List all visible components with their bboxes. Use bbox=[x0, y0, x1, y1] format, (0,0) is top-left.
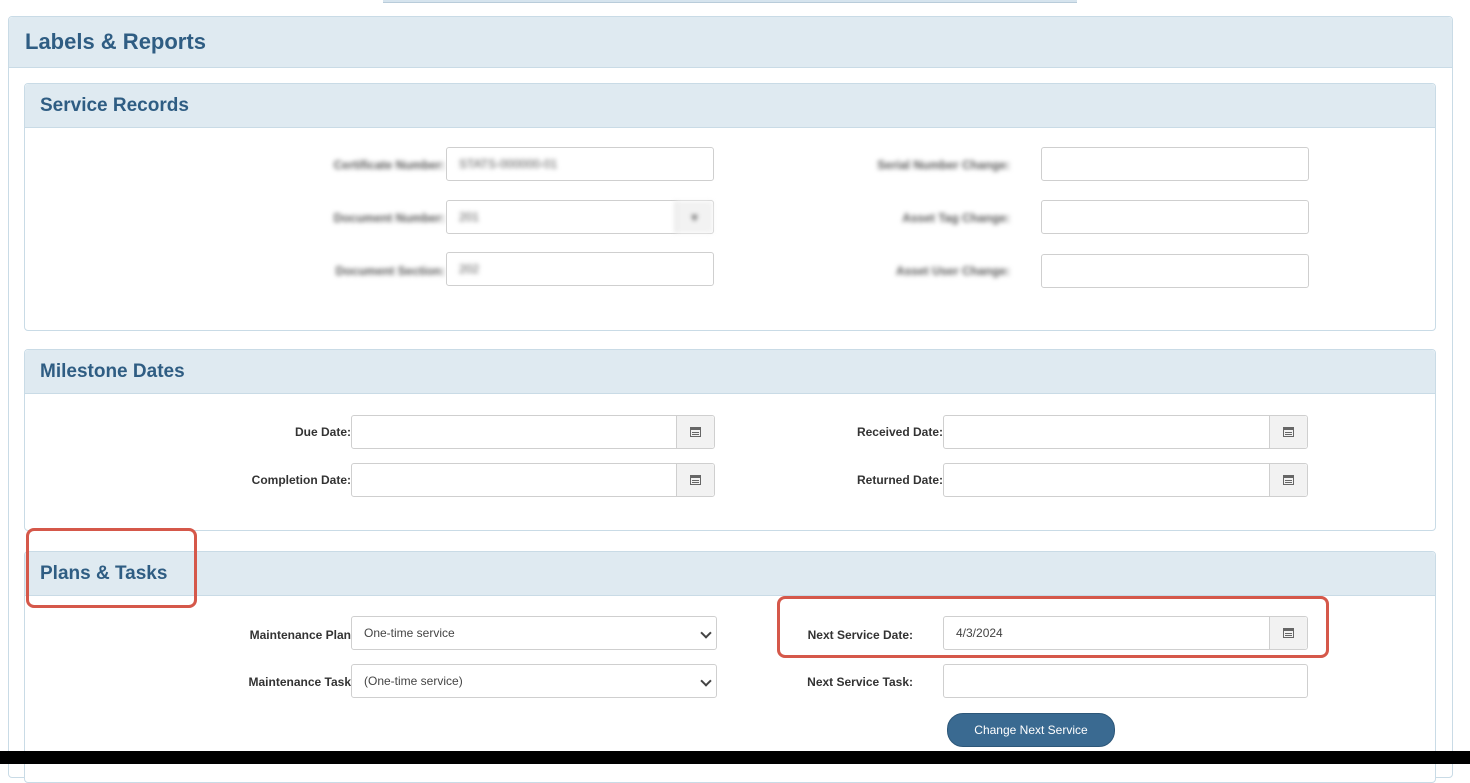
dropdown-toggle[interactable]: ▾ bbox=[675, 201, 713, 233]
returned-date-label: Returned Date: bbox=[856, 473, 943, 487]
due-date-calendar-button[interactable] bbox=[676, 416, 714, 448]
calendar-icon bbox=[690, 427, 701, 437]
asset-tag-change-field[interactable] bbox=[1041, 200, 1309, 234]
returned-date-field[interactable] bbox=[943, 463, 1308, 497]
document-section-value: 202 bbox=[459, 262, 480, 276]
certificate-number-label: Certificate Number: bbox=[333, 158, 445, 172]
received-date-field[interactable] bbox=[943, 415, 1308, 449]
labels-reports-title: Labels & Reports bbox=[9, 17, 1452, 68]
due-date-field[interactable] bbox=[351, 415, 715, 449]
document-section-label: Document Section: bbox=[335, 264, 445, 278]
maintenance-plan-label: Maintenance Plan: bbox=[249, 628, 355, 642]
serial-number-change-label: Serial Number Change: bbox=[877, 158, 1010, 172]
next-service-task-field[interactable] bbox=[943, 664, 1308, 698]
next-service-task-label: Next Service Task: bbox=[807, 675, 913, 689]
next-service-date-value: 4/3/2024 bbox=[956, 626, 1003, 640]
asset-user-change-field[interactable] bbox=[1041, 254, 1309, 288]
certificate-number-value: STATS-000000-01 bbox=[459, 157, 558, 171]
service-records-panel: Service Records Certificate Number: STAT… bbox=[24, 83, 1436, 331]
returned-date-calendar-button[interactable] bbox=[1269, 464, 1307, 496]
completion-date-field[interactable] bbox=[351, 463, 715, 497]
due-date-label: Due Date: bbox=[294, 425, 351, 439]
next-service-date-label: Next Service Date: bbox=[807, 628, 913, 642]
chevron-down-icon bbox=[700, 675, 712, 687]
milestone-dates-title: Milestone Dates bbox=[25, 350, 1435, 394]
calendar-icon bbox=[1283, 628, 1294, 638]
document-number-value: 201 bbox=[459, 210, 480, 224]
maintenance-task-value: (One-time service) bbox=[364, 674, 463, 688]
certificate-number-field[interactable]: STATS-000000-01 bbox=[446, 147, 714, 181]
received-date-label: Received Date: bbox=[856, 425, 943, 439]
document-section-field[interactable]: 202 bbox=[446, 252, 714, 286]
milestone-dates-panel: Milestone Dates Due Date: Completion Dat… bbox=[24, 349, 1436, 531]
maintenance-task-select[interactable]: (One-time service) bbox=[351, 664, 717, 698]
labels-reports-panel: Labels & Reports Service Records Certifi… bbox=[8, 16, 1453, 783]
plans-tasks-title: Plans & Tasks bbox=[25, 552, 1435, 596]
calendar-icon bbox=[1283, 475, 1294, 485]
asset-tag-change-label: Asset Tag Change: bbox=[902, 211, 1010, 225]
next-service-date-field[interactable]: 4/3/2024 bbox=[943, 616, 1308, 650]
maintenance-plan-select[interactable]: One-time service bbox=[351, 616, 717, 650]
top-panel-edge bbox=[383, 0, 1077, 3]
calendar-icon bbox=[1283, 427, 1294, 437]
document-number-select[interactable]: 201 ▾ bbox=[446, 200, 714, 234]
asset-user-change-label: Asset User Change: bbox=[895, 264, 1010, 278]
plans-tasks-panel: Plans & Tasks Maintenance Plan: One-time… bbox=[24, 551, 1436, 783]
document-number-label: Document Number: bbox=[333, 211, 445, 225]
maintenance-plan-value: One-time service bbox=[364, 626, 455, 640]
chevron-down-icon bbox=[700, 627, 712, 639]
maintenance-task-label: Maintenance Task: bbox=[248, 675, 355, 689]
completion-date-calendar-button[interactable] bbox=[676, 464, 714, 496]
serial-number-change-field[interactable] bbox=[1041, 147, 1309, 181]
change-next-service-button[interactable]: Change Next Service bbox=[947, 713, 1115, 747]
calendar-icon bbox=[690, 475, 701, 485]
received-date-calendar-button[interactable] bbox=[1269, 416, 1307, 448]
completion-date-label: Completion Date: bbox=[251, 473, 351, 487]
service-records-title: Service Records bbox=[25, 84, 1435, 128]
next-service-date-calendar-button[interactable] bbox=[1269, 617, 1307, 649]
bottom-black-bar bbox=[0, 751, 1470, 764]
